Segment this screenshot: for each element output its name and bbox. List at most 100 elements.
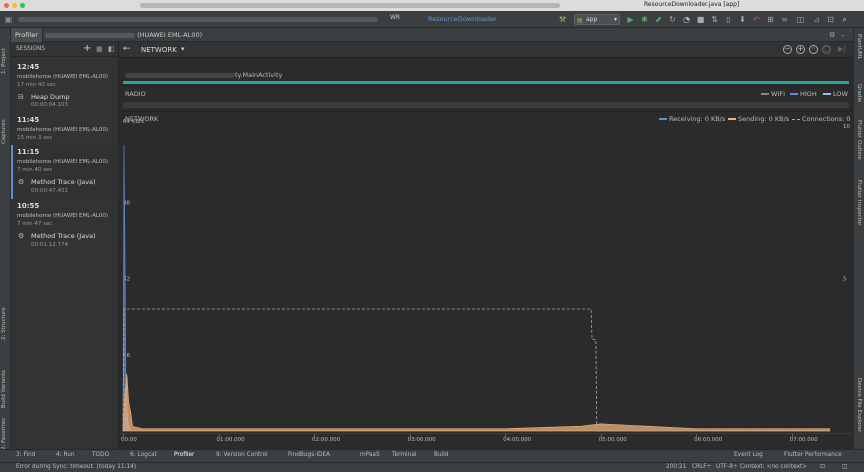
network-profiler: ← NETWORK ▾ − + ◦ ▢ ▶| ty.MainActivity R… (119, 42, 853, 449)
structure-icon[interactable]: ⊞ (766, 15, 775, 24)
layout-inspector-icon[interactable]: ◫ (796, 15, 805, 24)
version-control-tool-tab[interactable]: 9: Version Control (216, 452, 268, 458)
profiler-tab[interactable]: Profiler (11, 28, 43, 42)
artifact-name[interactable]: Method Trace (Java) (31, 178, 96, 186)
stop-icon[interactable]: ■ (696, 15, 705, 24)
time-tick-mark (409, 434, 411, 437)
minimize-window-icon[interactable] (12, 3, 17, 8)
close-window-icon[interactable] (4, 3, 9, 8)
plantuml-tool-tab[interactable]: PlantUML (856, 34, 862, 60)
status-bar: Error during Sync: timeout. (today 11:14… (0, 462, 864, 472)
avd-icon[interactable]: ▯ (724, 15, 733, 24)
event-log-tool-tab[interactable]: Event Log (734, 452, 763, 458)
chevron-down-icon[interactable]: ▾ (181, 45, 185, 53)
mpaas-tool-tab[interactable]: mPaaS (360, 452, 380, 458)
file-encoding[interactable]: UTF-8÷ (716, 464, 738, 470)
session-item[interactable]: 12:45 mobilehome (HUAWEI EML-AL00) 17 mi… (11, 57, 119, 115)
lock-icon[interactable]: ⊡ (820, 464, 825, 470)
minimize-panel-icon[interactable]: – (841, 31, 845, 39)
session-item-selected[interactable]: 11:15 mobilehome (HUAWEI EML-AL00) 7 min… (11, 145, 119, 199)
activity-label: ty.MainActivity (125, 71, 282, 79)
time-tick-mark (218, 434, 220, 437)
memory-indicator-icon[interactable]: ◫ (842, 464, 847, 470)
collapse-panel-icon[interactable]: ◧ (108, 45, 115, 53)
blurred-breadcrumb (18, 17, 378, 22)
legend-high: HIGH (790, 90, 817, 98)
artifact-name[interactable]: Heap Dump (31, 93, 70, 101)
findbugs-tool-tab[interactable]: FindBugs-IDEA (288, 452, 330, 458)
time-tick-label: 02:00.000 (312, 437, 341, 443)
debug-icon[interactable]: ✱ (640, 15, 649, 24)
zoom-out-button[interactable]: − (783, 45, 792, 54)
line-separator[interactable]: CRLF÷ (692, 464, 712, 470)
terminal-tool-tab[interactable]: Terminal (392, 452, 417, 458)
toolbar-file-tab[interactable]: ResourceDownloader (428, 15, 497, 23)
stop-session-icon[interactable]: ■ (96, 45, 103, 53)
search-icon[interactable]: ⌕ (840, 15, 849, 24)
folder-icon[interactable]: ▣ (4, 15, 13, 24)
device-file-explorer-tool-tab[interactable]: Device File Explorer (856, 378, 862, 432)
left-tool-stripe: 1: Project Captures 2: Structure Build V… (0, 28, 11, 450)
todo-tool-tab[interactable]: TODO (92, 452, 109, 458)
sync-icon[interactable]: ⇅ (710, 15, 719, 24)
method-trace-icon: ⚙ (18, 232, 25, 240)
sdk-icon[interactable]: ⬇ (738, 15, 747, 24)
run-tool-tab[interactable]: 4: Run (56, 452, 75, 458)
back-arrow-icon[interactable]: ← (123, 44, 131, 54)
device-manager-icon[interactable]: ≡ (780, 15, 789, 24)
plugin-icon[interactable]: ⊡ (826, 15, 835, 24)
artifact-name[interactable]: Method Trace (Java) (31, 232, 96, 240)
find-tool-tab[interactable]: 3: Find (16, 452, 35, 458)
sessions-header: SESSIONS + ■ ◧ (11, 42, 119, 57)
context-indicator[interactable]: Context: <no context> (740, 464, 807, 470)
build-tool-tab[interactable]: Build (434, 452, 449, 458)
reset-zoom-button[interactable]: ◦ (809, 45, 818, 54)
radio-row: RADIO WIFI HIGH LOW (119, 86, 853, 112)
zoom-window-icon[interactable] (20, 3, 25, 8)
undo-icon[interactable]: ↶ (752, 15, 761, 24)
network-chart[interactable]: NETWORK Receiving: 0 KB/s Sending: 0 KB/… (119, 112, 853, 433)
session-device: mobilehome (HUAWEI EML-AL00) (17, 74, 109, 80)
profiler-section-title[interactable]: NETWORK (141, 46, 177, 54)
status-message[interactable]: Error during Sync: timeout. (today 11:14… (16, 464, 136, 470)
profiler-tool-tab[interactable]: Profiler (174, 452, 194, 458)
zoom-in-button[interactable]: + (796, 45, 805, 54)
caret-position[interactable]: 200:21 (666, 464, 686, 470)
session-device: mobilehome (HUAWEI EML-AL00) (17, 127, 109, 133)
chevron-down-icon: ▾ (613, 16, 617, 23)
run-config-select[interactable]: ▤ app ▾ (574, 14, 620, 25)
session-time: 10:55 (17, 202, 40, 210)
project-tool-tab[interactable]: 1: Project (1, 34, 7, 74)
flutter-inspector-tool-tab[interactable]: Flutter Inspector (856, 180, 862, 226)
hammer-icon[interactable]: ⚒ (558, 15, 567, 24)
favorites-tool-tab[interactable]: 2: Favorites (1, 410, 7, 450)
structure-tool-tab[interactable]: 2: Structure (1, 290, 7, 340)
logcat-tool-tab[interactable]: 6: Logcat (130, 452, 157, 458)
activity-name: ty.MainActivity (235, 71, 283, 79)
build-variants-tool-tab[interactable]: Build Variants (1, 348, 7, 408)
selection-indicator (11, 145, 13, 199)
attach-icon[interactable]: ⬈ (654, 15, 663, 24)
profiler-header: Profiler (HUAWEI EML-AL00) ⚙ – (11, 28, 853, 42)
activity-bar[interactable] (123, 81, 849, 84)
run-icon[interactable]: ▶ (626, 15, 635, 24)
time-tick-mark (696, 434, 698, 437)
session-item[interactable]: 11:45 mobilehome (HUAWEI EML-AL00) 15 mi… (11, 115, 119, 145)
time-tick-mark (314, 434, 316, 437)
add-session-button[interactable]: + (83, 43, 91, 54)
flutter-outline-tool-tab[interactable]: Flutter Outline (856, 120, 862, 160)
gradle-tool-tab[interactable]: Gradle (856, 84, 862, 102)
zoom-to-selection-button[interactable]: ▢ (822, 45, 831, 54)
apply-changes-icon[interactable]: ↻ (668, 15, 677, 24)
flutter-performance-tool-tab[interactable]: Flutter Performance (784, 452, 842, 458)
radio-label: RADIO (125, 90, 146, 98)
main-toolbar: ▣ WR ResourceDownloader ⚒ ▤ app ▾ ▶ ✱ ⬈ … (0, 11, 864, 28)
session-item[interactable]: 10:55 mobilehome (HUAWEI EML-AL00) 7 min… (11, 199, 119, 253)
captures-tool-tab[interactable]: Captures (1, 104, 7, 144)
legend-low: LOW (823, 90, 848, 98)
profile-icon[interactable]: ◔ (682, 15, 691, 24)
go-live-icon[interactable]: ▶| (838, 45, 846, 53)
translate-icon[interactable]: ⊿ (812, 15, 821, 24)
sessions-panel: SESSIONS + ■ ◧ 12:45 mobilehome (HUAWEI … (11, 42, 119, 449)
gear-icon[interactable]: ⚙ (829, 31, 835, 39)
